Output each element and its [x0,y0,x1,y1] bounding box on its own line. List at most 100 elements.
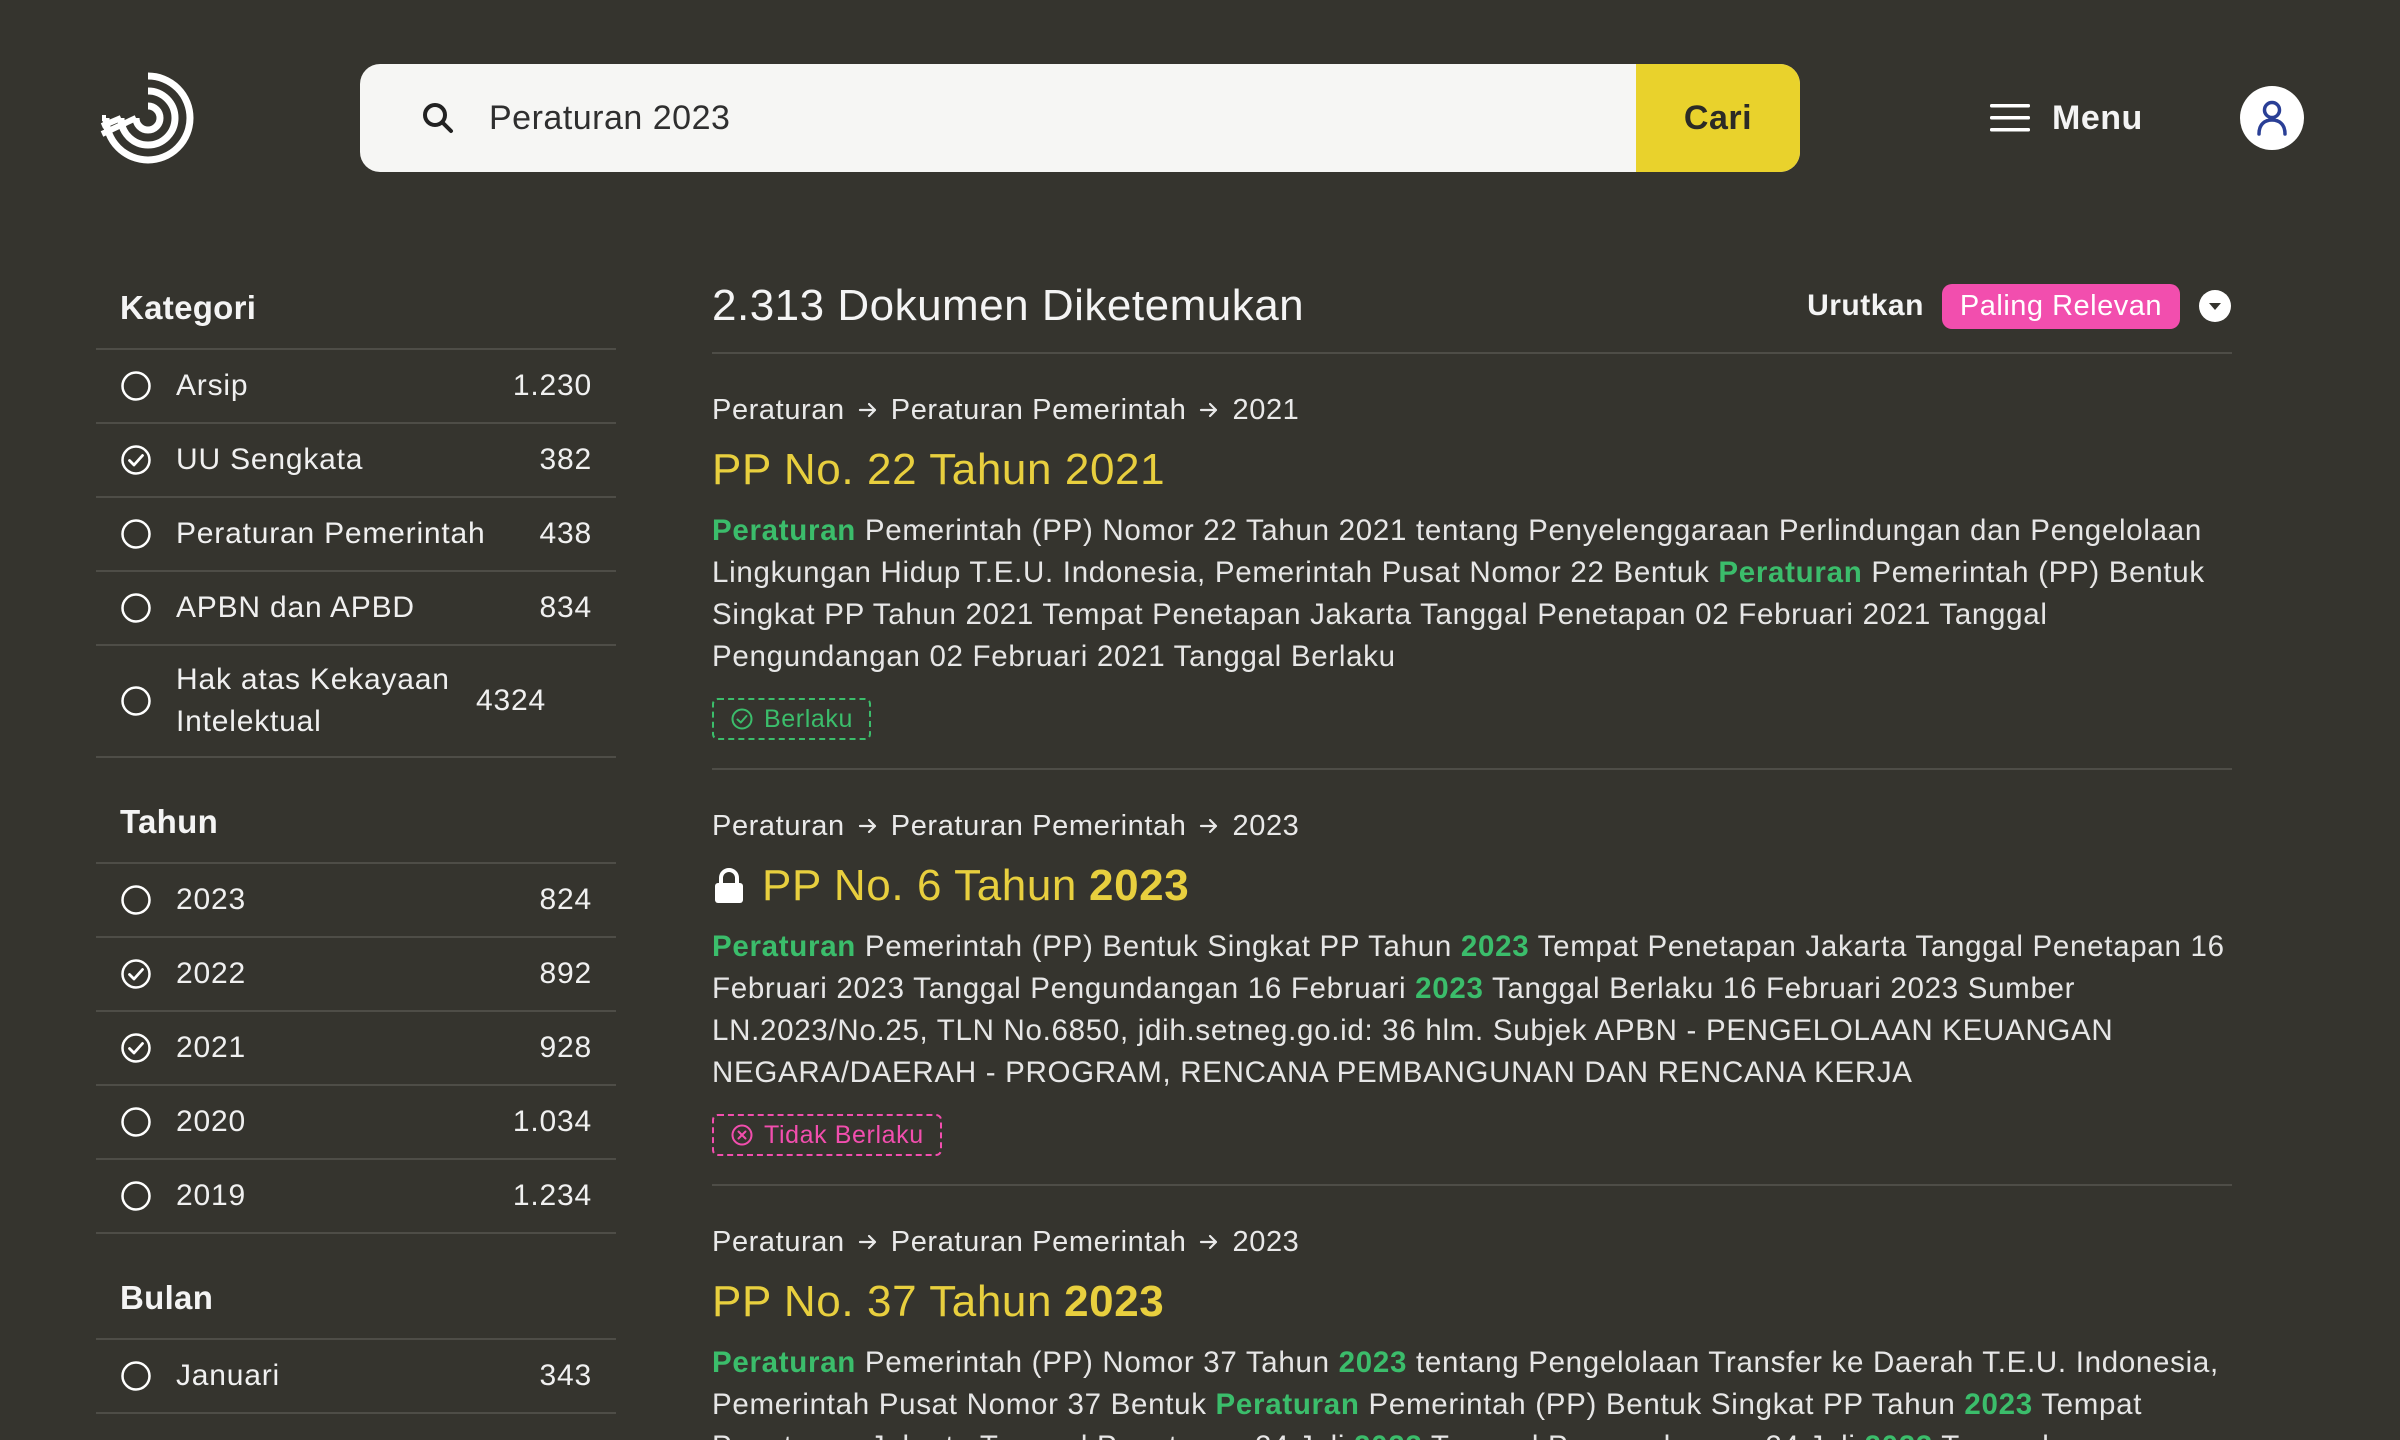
year-filter-option[interactable]: 2023 824 [96,864,616,938]
month-filter-option-count: 343 [539,1359,592,1392]
sort-control[interactable]: Urutkan Paling Relevan [1807,283,2232,329]
results-panel: 2.313 Dokumen Diketemukan Urutkan Paling… [712,260,2232,1440]
result-item: Peraturan Peraturan Pemerintah 2023 PP No. … [712,770,2232,1186]
radio-circle-icon[interactable] [120,1360,152,1392]
category-filter-option[interactable]: Arsip 1.230 [96,350,616,424]
category-filter-option-count: 834 [539,591,592,624]
result-title-text: PP No. 22 Tahun 2021 [712,445,1166,494]
snippet-highlight: 2023 [1865,1430,1933,1440]
snippet-highlight: 2023 [1354,1430,1422,1440]
year-filter-option[interactable]: 2019 1.234 [96,1160,616,1234]
breadcrumb: Peraturan Peraturan Pemerintah 2023 [712,1222,2232,1262]
category-filter-option-count: 4324 [476,684,546,717]
year-filter-option-count: 928 [539,1031,592,1064]
year-filter-option[interactable]: 2020 1.034 [96,1086,616,1160]
result-title[interactable]: PP No. 22 Tahun 2021 [712,442,2232,498]
snippet-highlight: Peraturan [1718,556,1863,589]
arrow-right-icon [1200,1234,1218,1250]
breadcrumb-item[interactable]: Peraturan [712,1226,845,1259]
breadcrumb-item[interactable]: Peraturan [712,394,845,427]
radio-circle-icon[interactable] [120,1180,152,1212]
lock-icon [715,868,743,903]
search-bar[interactable]: Peraturan 2023 Cari [360,64,1800,172]
radio-circle-icon[interactable] [120,884,152,916]
month-filter-option[interactable]: Januari 343 [96,1340,616,1414]
year-filter-option-count: 892 [539,957,592,990]
category-filter-option[interactable]: APBN dan APBD 834 [96,572,616,646]
menu-label: Menu [2052,98,2143,137]
breadcrumb-item[interactable]: 2023 [1232,810,1299,843]
category-filter-option[interactable]: UU Sengkata 382 [96,424,616,498]
result-title-text: PP No. 6 Tahun [762,861,1078,910]
search-input[interactable]: Peraturan 2023 [489,64,730,172]
breadcrumb: Peraturan Peraturan Pemerintah 2023 [712,806,2232,846]
year-filter-option-label: 2023 [176,883,246,916]
result-item: Peraturan Peraturan Pemerintah 2023 PP No. … [712,1186,2232,1440]
year-filter-option-count: 1.234 [512,1179,592,1212]
breadcrumb-item[interactable]: Peraturan [712,810,845,843]
arrow-right-icon [858,402,876,418]
arrow-right-icon [1200,402,1218,418]
breadcrumb-item[interactable]: Peraturan Pemerintah [891,810,1187,843]
snippet-text: Pemerintah (PP) Bentuk Singkat PP Tahun [856,930,1461,963]
month-filter-option-label: Januari [176,1359,280,1392]
brand-logo[interactable] [98,68,198,168]
result-title-highlight: 2023 [1064,1277,1165,1326]
radio-circle-icon[interactable] [120,685,152,717]
snippet-text: Pemerintah (PP) Bentuk Singkat PP Tahun [1359,1388,1965,1421]
chevron-down-icon[interactable] [2198,289,2232,323]
breadcrumb-item[interactable]: 2021 [1232,394,1299,427]
arrow-right-icon [1200,818,1218,834]
result-title[interactable]: PP No. 37 Tahun 2023 [712,1274,2232,1330]
year-filter-list: 2023 824 2022 892 2021 928 2020 1.034 2019 1.234 [96,862,616,1234]
results-count: 2.313 Dokumen Diketemukan [712,281,1305,330]
category-filter-option[interactable]: Peraturan Pemerintah 438 [96,498,616,572]
check-circle-icon [731,708,753,730]
year-filter-option-label: 2021 [176,1031,246,1064]
result-item: Peraturan Peraturan Pemerintah 2021 PP No. … [712,354,2232,770]
snippet-highlight: 2023 [1460,930,1530,963]
breadcrumb-item[interactable]: Peraturan Pemerintah [891,1226,1187,1259]
user-avatar-button[interactable] [2240,86,2304,150]
checked-circle-icon[interactable] [120,958,152,990]
snippet-highlight: 2023 [1415,972,1484,1005]
year-filter-title: Tahun [120,803,219,840]
search-button[interactable]: Cari [1636,64,1800,172]
status-badge: Berlaku [712,698,871,740]
radio-circle-icon[interactable] [120,592,152,624]
radio-circle-icon[interactable] [120,1106,152,1138]
x-circle-icon [731,1124,753,1146]
category-filter-option[interactable]: Hak atas Kekayaan Intelektual 4324 [96,646,616,758]
checked-circle-icon[interactable] [120,1032,152,1064]
arrow-right-icon [858,1234,876,1250]
filter-sidebar: Kategori Arsip 1.230 UU Sengkata 382 Peratur… [96,280,616,1440]
hamburger-icon [1990,104,2030,132]
year-filter-option[interactable]: 2021 928 [96,1012,616,1086]
radio-circle-icon[interactable] [120,370,152,402]
menu-button[interactable]: Menu [1990,90,2143,146]
year-filter-option[interactable]: 2022 892 [96,938,616,1012]
category-filter-option-count: 1.230 [512,369,592,402]
checked-circle-icon[interactable] [120,444,152,476]
sort-label: Urutkan [1807,289,1924,322]
snippet-highlight: 2023 [1964,1388,2033,1421]
snippet-text: Tanggal [1933,1430,2050,1440]
category-filter-option-count: 382 [539,443,592,476]
snippet-text: Pemerintah (PP) Nomor 37 Tahun [856,1346,1339,1379]
snippet-text: Tanggal Pengundangan 24 Juli [1422,1430,1864,1440]
radio-circle-icon[interactable] [120,518,152,550]
year-filter-option-count: 824 [539,883,592,916]
result-title[interactable]: PP No. 6 Tahun 2023 [712,858,2232,914]
user-icon [2257,100,2287,136]
snippet-highlight: Peraturan [712,514,857,547]
search-icon [423,103,453,133]
arrow-right-icon [858,818,876,834]
snippet-highlight: Peraturan [712,930,857,963]
breadcrumb-item[interactable]: Peraturan Pemerintah [891,394,1187,427]
year-filter-option-label: 2022 [176,957,246,990]
result-snippet: Peraturan Pemerintah (PP) Nomor 22 Tahun… [712,510,2232,678]
result-snippet: Peraturan Pemerintah (PP) Nomor 37 Tahun… [712,1342,2232,1440]
status-badge: Tidak Berlaku [712,1114,942,1156]
sort-select[interactable]: Paling Relevan [1941,283,2180,329]
breadcrumb-item[interactable]: 2023 [1232,1226,1299,1259]
